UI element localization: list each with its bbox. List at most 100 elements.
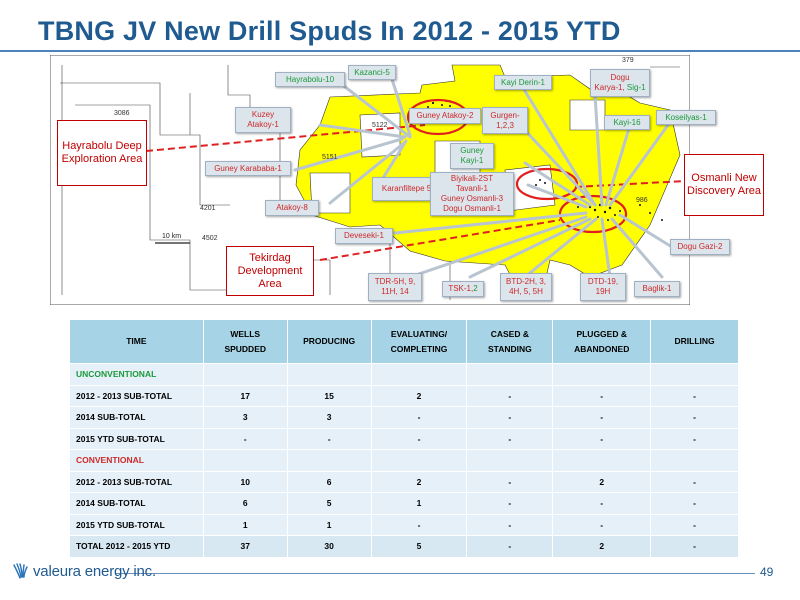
- row-label: 2012 - 2013 SUB-TOTAL: [69, 470, 204, 493]
- col-header-drilling: DRILLING: [650, 319, 739, 364]
- callout-text: Kayi-1: [460, 156, 484, 165]
- callout-text: Biyikali-2ST: [450, 174, 494, 183]
- cell: -: [466, 470, 554, 493]
- callout-text: 4H, 5, 5H: [509, 287, 543, 296]
- callout-text: TDR-5H, 9,: [374, 277, 416, 286]
- callout-dogu-karya: Dogu Karya-1, Sig-1: [590, 69, 650, 97]
- cell: -: [552, 492, 652, 515]
- cell: -: [466, 535, 554, 558]
- cell: 10: [202, 470, 288, 493]
- col-header-evaluating: EVALUATING/ COMPLETING: [370, 319, 468, 364]
- row-label: 2012 - 2013 SUB-TOTAL: [69, 384, 204, 407]
- callout-baglik-1: Baglik-1: [634, 281, 680, 297]
- callout-guney-atakoy-2: Guney Atakoy-2: [409, 108, 481, 124]
- callout-kayi-derin-1: Kayi Derin-1: [494, 75, 552, 90]
- cell: 2: [370, 470, 468, 493]
- row-label: 2015 YTD SUB-TOTAL: [69, 513, 204, 536]
- col-header-plugged: PLUGGED & ABANDONED: [552, 319, 652, 364]
- section-label: UNCONVENTIONAL: [69, 363, 204, 386]
- callout-text: 11H, 14: [381, 287, 409, 296]
- callout-biyikali-group: Biyikali-2ST Tavanli-1 Guney Osmanli-3 D…: [430, 172, 514, 216]
- callout-text: 19H: [595, 287, 611, 296]
- cell: -: [552, 406, 652, 429]
- row-label: 2014 SUB-TOTAL: [69, 406, 204, 429]
- wells-table: TIME WELLS SPUDDED PRODUCING EVALUATING/…: [69, 319, 739, 558]
- col-header-producing: PRODUCING: [286, 319, 372, 364]
- callout-text: Dogu Osmanli-1: [443, 204, 501, 213]
- cell: 2: [370, 384, 468, 407]
- cell: 3: [286, 406, 372, 429]
- map-number: 379: [622, 57, 634, 64]
- cell: -: [650, 492, 739, 515]
- map-number: 3086: [114, 110, 130, 117]
- cell: -: [202, 427, 288, 450]
- callout-kuzey-atakoy-1: Kuzey Atakoy-1: [235, 107, 291, 133]
- callout-dogu-gazi-2: Dogu Gazi-2: [670, 239, 730, 255]
- table-row: 2015 YTD SUB-TOTAL - - - - - -: [69, 427, 739, 450]
- table-row: 2012 - 2013 SUB-TOTAL 10 6 2 - 2 -: [69, 470, 739, 493]
- callout-text: Dogu: [610, 73, 630, 82]
- col-header-time: TIME: [69, 319, 204, 364]
- cell: -: [370, 513, 468, 536]
- map-number: 5122: [372, 122, 388, 129]
- cell: -: [650, 470, 739, 493]
- callout-deveseki-1: Deveseki-1: [335, 228, 393, 244]
- osmanli-area-label: Osmanli New Discovery Area: [684, 154, 764, 216]
- cell: -: [466, 406, 554, 429]
- company-name: valeura energy inc.: [33, 562, 156, 580]
- row-label: 2015 YTD SUB-TOTAL: [69, 427, 204, 450]
- company-logo: valeura energy inc.: [10, 561, 156, 581]
- map-scale-label: 10 km: [162, 233, 182, 240]
- col-header-wells-spudded: WELLS SPUDDED: [202, 319, 288, 364]
- cell: 5: [286, 492, 372, 515]
- page-number: 49: [760, 565, 774, 579]
- table-row: 2012 - 2013 SUB-TOTAL 17 15 2 - - -: [69, 384, 739, 407]
- callout-tsk: TSK-1, 2: [442, 281, 484, 297]
- map-number: 4502: [202, 235, 218, 242]
- map-number: 5151: [322, 154, 338, 161]
- cell: -: [552, 427, 652, 450]
- section-row-conventional: CONVENTIONAL: [69, 449, 739, 472]
- section-row-unconventional: UNCONVENTIONAL: [69, 363, 739, 386]
- map-number: 986: [636, 197, 648, 204]
- callout-gurgen: Gurgen- 1,2,3: [482, 107, 528, 134]
- callout-text: Atakoy-1: [247, 120, 279, 129]
- callout-text: Tavanli-1: [455, 184, 488, 193]
- title-divider: [0, 50, 800, 52]
- callout-dtd: DTD-19, 19H: [580, 273, 626, 301]
- callout-text: Karya-1,: [594, 83, 627, 92]
- cell: 6: [286, 470, 372, 493]
- footer-divider: [115, 573, 755, 574]
- section-label: CONVENTIONAL: [69, 449, 204, 472]
- cell: 17: [202, 384, 288, 407]
- cell: 2: [552, 470, 652, 493]
- callout-hayrabolu-10: Hayrabolu-10: [275, 72, 345, 87]
- cell: 3: [202, 406, 288, 429]
- cell: 37: [202, 535, 288, 558]
- cell: 5: [370, 535, 468, 558]
- callout-text: Kuzey: [251, 110, 275, 119]
- cell: -: [650, 535, 739, 558]
- tekirdag-area-label: Tekirdag Development Area: [226, 246, 314, 296]
- cell: -: [552, 384, 652, 407]
- callout-text: BTD-2H, 3,: [505, 277, 546, 286]
- valeura-logo-icon: [13, 563, 28, 579]
- callout-text: DTD-19,: [587, 277, 619, 286]
- cell: 1: [202, 513, 288, 536]
- cell: -: [370, 427, 468, 450]
- col-header-cased: CASED & STANDING: [466, 319, 554, 364]
- callout-text: 1,2,3: [496, 120, 514, 130]
- row-label: 2014 SUB-TOTAL: [69, 492, 204, 515]
- cell: -: [650, 406, 739, 429]
- table-row: 2014 SUB-TOTAL 6 5 1 - - -: [69, 492, 739, 515]
- cell: -: [466, 513, 554, 536]
- table-total-row: TOTAL 2012 - 2015 YTD 37 30 5 - 2 -: [69, 535, 739, 558]
- callout-text: TSK-1,: [448, 284, 474, 293]
- callout-guney-karababa-1: Guney Karababa-1: [205, 161, 291, 176]
- cell: 30: [286, 535, 372, 558]
- row-label: TOTAL 2012 - 2015 YTD: [69, 535, 204, 558]
- table-row: 2015 YTD SUB-TOTAL 1 1 - - - -: [69, 513, 739, 536]
- cell: 2: [552, 535, 652, 558]
- cell: 15: [286, 384, 372, 407]
- cell: -: [466, 384, 554, 407]
